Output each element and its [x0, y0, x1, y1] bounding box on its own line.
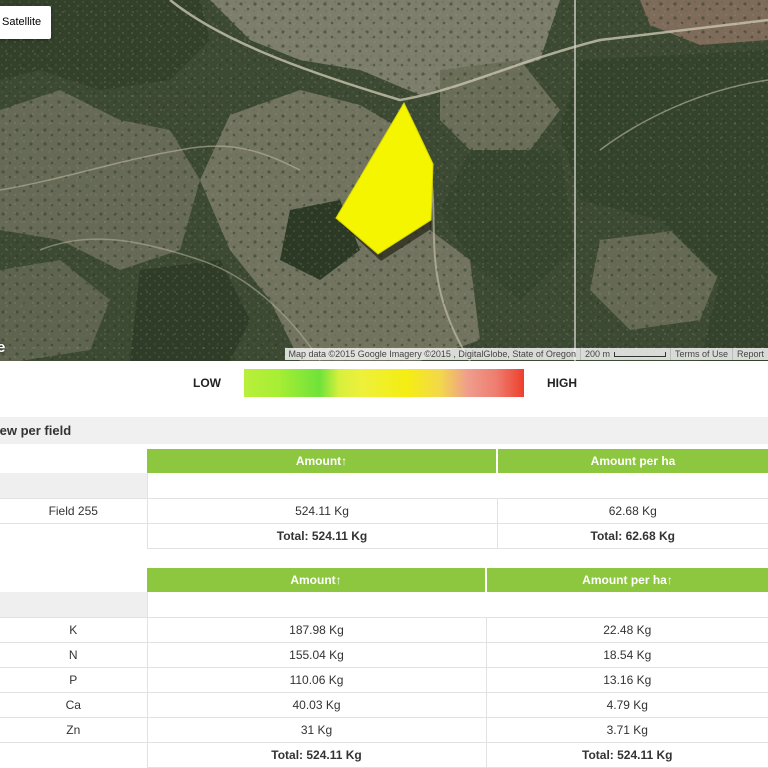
scale-indicator: 200 m: [579, 348, 670, 360]
nutrient-amount-per-ha: 3.71 Kg: [486, 717, 768, 743]
google-logo: e: [0, 339, 6, 356]
nutrient-amount: 110.06 Kg: [146, 667, 487, 693]
nutrient-table-header: Amount↑ Amount per ha↑: [0, 568, 768, 592]
group-value-cell: [146, 473, 768, 499]
nutrient-total-row: Total: 524.11 Kg Total: 524.11 Kg: [0, 742, 768, 768]
nutrient-amount: 155.04 Kg: [146, 642, 487, 668]
terms-link[interactable]: Terms of Use: [669, 348, 732, 360]
field-table: Amount↑ Amount per ha Field 255 524.11 K…: [0, 449, 768, 549]
nutrient-name: N: [0, 642, 147, 668]
nutrient-table: Amount↑ Amount per ha↑ K 187.98 Kg 22.48…: [0, 568, 768, 768]
nutrient-amount-per-ha: 4.79 Kg: [486, 692, 768, 718]
header-amount[interactable]: Amount↑: [147, 449, 498, 473]
header-amount-per-ha[interactable]: Amount per ha↑: [486, 568, 768, 592]
header-amount[interactable]: Amount↑: [147, 568, 487, 592]
nutrient-name: P: [0, 667, 147, 693]
table-row[interactable]: Zn 31 Kg 3.71 Kg: [0, 717, 768, 743]
field-name: Field 255: [0, 498, 147, 524]
field-total-amount: Total: 524.11 Kg: [146, 523, 498, 549]
scale-bar-icon: [613, 352, 666, 358]
report-link[interactable]: Report: [731, 348, 768, 360]
color-legend: LOW HIGH: [0, 368, 768, 398]
group-label-cell: [0, 473, 147, 499]
field-table-header: Amount↑ Amount per ha: [0, 449, 768, 473]
nutrient-name: Zn: [0, 717, 147, 743]
map-attribution: Map data ©2015 Google Imagery ©2015 , Di…: [284, 348, 768, 360]
overview-section-title: iew per field: [0, 417, 768, 444]
nutrient-total-amount: Total: 524.11 Kg: [146, 742, 487, 768]
nutrient-amount: 31 Kg: [146, 717, 487, 743]
field-total-row: Total: 524.11 Kg Total: 62.68 Kg: [0, 523, 768, 549]
field-amount-per-ha: 62.68 Kg: [497, 498, 768, 524]
nutrient-amount-per-ha: 22.48 Kg: [486, 617, 768, 643]
field-total-per-ha: Total: 62.68 Kg: [497, 523, 768, 549]
table-row[interactable]: Ca 40.03 Kg 4.79 Kg: [0, 692, 768, 718]
field-amount: 524.11 Kg: [146, 498, 498, 524]
table-row[interactable]: P 110.06 Kg 13.16 Kg: [0, 667, 768, 693]
header-amount-per-ha[interactable]: Amount per ha: [497, 449, 768, 473]
satellite-map[interactable]: Satellite e Map data ©2015 Google Imager…: [0, 0, 768, 361]
legend-high-label: HIGH: [547, 376, 577, 390]
table-row[interactable]: K 187.98 Kg 22.48 Kg: [0, 617, 768, 643]
table-row[interactable]: N 155.04 Kg 18.54 Kg: [0, 642, 768, 668]
nutrient-amount: 40.03 Kg: [146, 692, 487, 718]
map-type-satellite-button[interactable]: Satellite: [0, 6, 52, 39]
map-data-text: Map data ©2015 Google Imagery ©2015 , Di…: [288, 349, 576, 359]
nutrient-total-per-ha: Total: 524.11 Kg: [486, 742, 768, 768]
nutrient-amount-per-ha: 18.54 Kg: [486, 642, 768, 668]
legend-gradient-bar: [244, 369, 524, 397]
nutrient-name: K: [0, 617, 147, 643]
nutrient-group-row: [0, 592, 768, 618]
nutrient-name: Ca: [0, 692, 147, 718]
table-row[interactable]: Field 255 524.11 Kg 62.68 Kg: [0, 498, 768, 524]
field-group-row: [0, 473, 768, 499]
header-blank: [0, 449, 147, 473]
satellite-imagery: [0, 0, 768, 361]
nutrient-amount: 187.98 Kg: [146, 617, 487, 643]
legend-low-label: LOW: [193, 376, 221, 390]
group-label-cell: [0, 592, 147, 618]
header-blank: [0, 568, 147, 592]
nutrient-amount-per-ha: 13.16 Kg: [486, 667, 768, 693]
group-value-cell: [146, 592, 768, 618]
